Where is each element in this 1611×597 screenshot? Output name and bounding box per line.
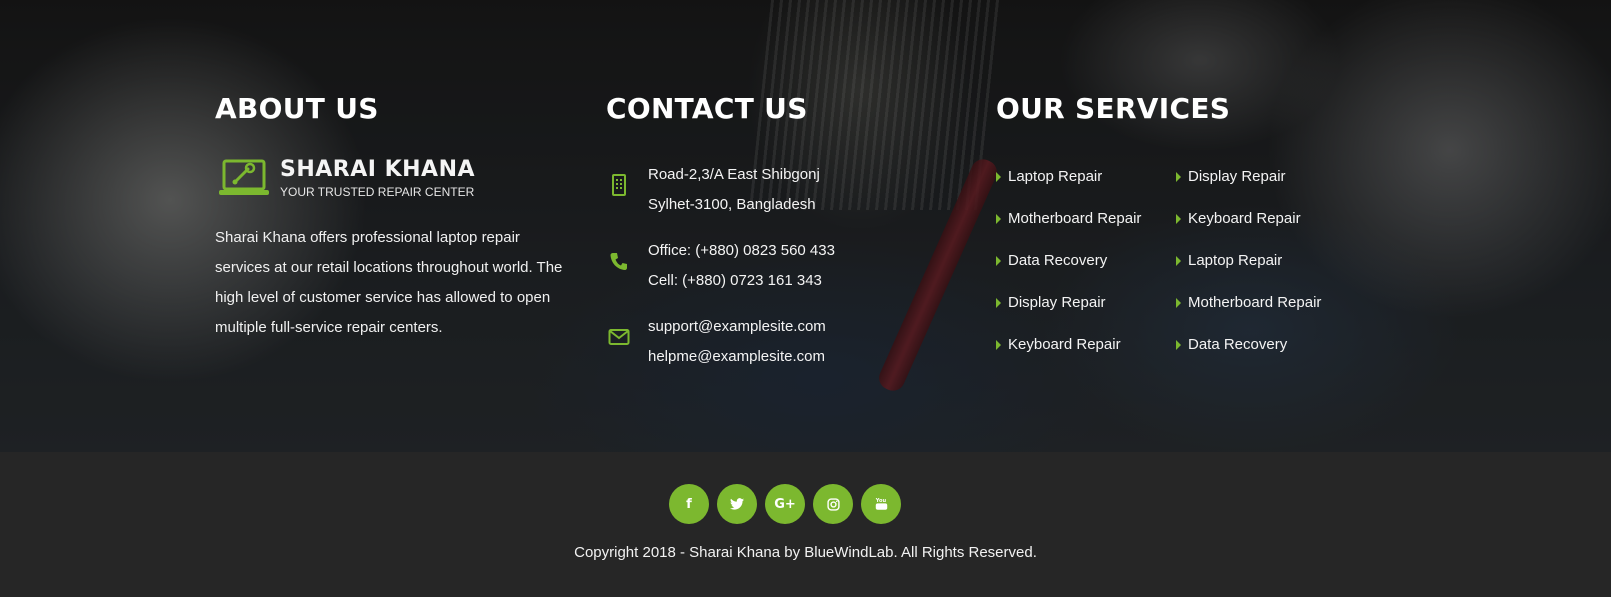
service-link[interactable]: Display Repair <box>1176 162 1366 192</box>
caret-right-icon <box>996 256 1001 266</box>
helpme-email[interactable]: helpme@examplesite.com <box>648 342 966 372</box>
office-phone[interactable]: Office: (+880) 0823 560 433 <box>648 236 966 266</box>
laptop-wrench-icon <box>219 159 269 195</box>
google-plus-icon: G+ <box>774 496 796 512</box>
service-link[interactable]: Keyboard Repair <box>996 330 1176 360</box>
logo-brand-text: SHARAI KHANA <box>280 157 476 182</box>
service-link[interactable]: Keyboard Repair <box>1176 204 1366 234</box>
social-links: f G+ You <box>669 484 901 524</box>
service-label: Motherboard Repair <box>1008 210 1142 227</box>
address-line-2: Sylhet-3100, Bangladesh <box>648 196 816 213</box>
site-logo[interactable]: SHARAI KHANA YOUR TRUSTED REPAIR CENTER <box>215 157 575 201</box>
contact-section: CONTACT US Road-2,3/A East Shibgonj Sylh… <box>606 90 966 388</box>
services-heading: OUR SERVICES <box>996 92 1231 125</box>
contact-heading: CONTACT US <box>606 92 808 125</box>
service-label: Laptop Repair <box>1008 168 1103 185</box>
contact-list: Road-2,3/A East Shibgonj Sylhet-3100, Ba… <box>606 160 966 372</box>
service-link[interactable]: Data Recovery <box>996 246 1176 276</box>
caret-right-icon <box>1176 172 1181 182</box>
building-icon <box>612 174 626 196</box>
caret-right-icon <box>1176 214 1181 224</box>
twitter-icon <box>730 498 744 510</box>
about-section: ABOUT US SHARAI KHANA YOUR TRUSTED REPAI… <box>215 90 575 343</box>
service-label: Data Recovery <box>1188 336 1288 353</box>
support-email[interactable]: support@examplesite.com <box>648 312 966 342</box>
about-description: Sharai Khana offers professional laptop … <box>215 229 563 336</box>
caret-right-icon <box>1176 298 1181 308</box>
google-plus-button[interactable]: G+ <box>765 484 805 524</box>
services-list: Laptop Repair Display Repair Motherboard… <box>996 162 1376 360</box>
contact-address: Road-2,3/A East Shibgonj Sylhet-3100, Ba… <box>606 160 966 220</box>
service-label: Display Repair <box>1188 168 1286 185</box>
svg-text:You: You <box>875 498 886 504</box>
service-link[interactable]: Data Recovery <box>1176 330 1366 360</box>
service-link[interactable]: Motherboard Repair <box>1176 288 1366 318</box>
service-link[interactable]: Laptop Repair <box>1176 246 1366 276</box>
caret-right-icon <box>996 214 1001 224</box>
service-link[interactable]: Motherboard Repair <box>996 204 1176 234</box>
instagram-button[interactable] <box>813 484 853 524</box>
service-link[interactable]: Laptop Repair <box>996 162 1176 192</box>
caret-right-icon <box>996 298 1001 308</box>
logo-tagline: YOUR TRUSTED REPAIR CENTER <box>280 185 475 199</box>
caret-right-icon <box>996 172 1001 182</box>
cell-phone[interactable]: Cell: (+880) 0723 161 343 <box>648 266 966 296</box>
facebook-icon: f <box>686 496 692 512</box>
service-label: Laptop Repair <box>1188 252 1283 269</box>
service-label: Display Repair <box>1008 294 1106 311</box>
facebook-button[interactable]: f <box>669 484 709 524</box>
contact-phone: Office: (+880) 0823 560 433 Cell: (+880)… <box>606 236 966 296</box>
envelope-icon <box>608 329 630 345</box>
instagram-icon <box>826 497 840 511</box>
contact-email: support@examplesite.com helpme@examplesi… <box>606 312 966 372</box>
service-label: Motherboard Repair <box>1188 294 1322 311</box>
services-section: OUR SERVICES Laptop Repair Display Repai… <box>996 90 1376 360</box>
service-label: Data Recovery <box>1008 252 1108 269</box>
copyright-text: Copyright 2018 - Sharai Khana by BlueWin… <box>574 544 1037 561</box>
address-line-1: Road-2,3/A East Shibgonj <box>648 166 820 183</box>
bottom-footer: f G+ You Copyright 2018 - Sharai Khana b… <box>0 452 1611 597</box>
caret-right-icon <box>1176 340 1181 350</box>
caret-right-icon <box>1176 256 1181 266</box>
footer-hero-background: ABOUT US SHARAI KHANA YOUR TRUSTED REPAI… <box>0 0 1611 452</box>
youtube-icon: You <box>875 498 887 510</box>
about-heading: ABOUT US <box>215 92 379 125</box>
service-label: Keyboard Repair <box>1188 210 1301 227</box>
service-link[interactable]: Display Repair <box>996 288 1176 318</box>
service-label: Keyboard Repair <box>1008 336 1121 353</box>
caret-right-icon <box>996 340 1001 350</box>
youtube-button[interactable]: You <box>861 484 901 524</box>
phone-icon <box>610 253 627 270</box>
twitter-button[interactable] <box>717 484 757 524</box>
